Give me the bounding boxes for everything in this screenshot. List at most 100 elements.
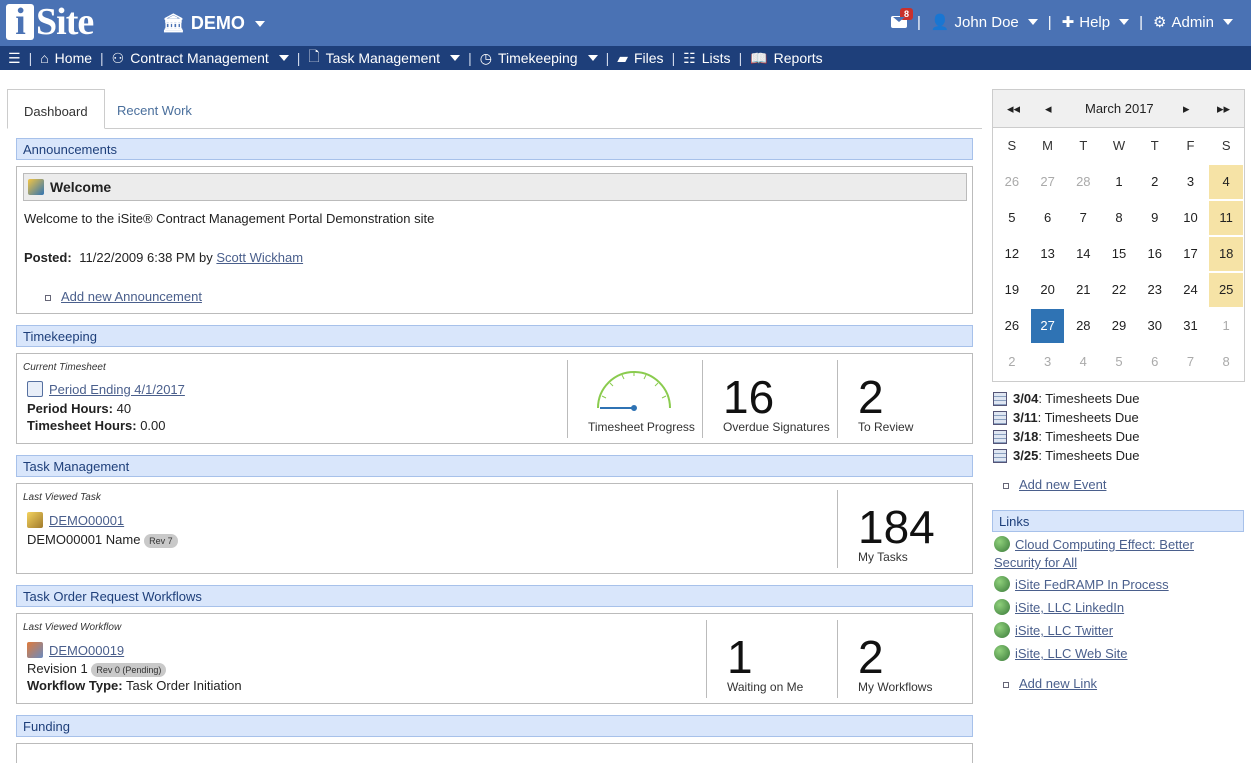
calendar-day-outside[interactable]: 7 [1174,345,1208,379]
nav-files[interactable]: ▰ Files [609,50,671,67]
menu-toggle-button[interactable]: ☰ [0,50,29,67]
calendar-day[interactable]: 17 [1174,237,1208,271]
isite-logo[interactable]: i Site [6,3,126,41]
list-icon: ☷ [683,49,696,66]
calendar-day[interactable]: 9 [1138,201,1172,235]
prev-month-icon[interactable]: ◂ [1045,101,1052,117]
to-review-stat[interactable]: 2 To Review [837,360,947,438]
task-rev-badge: Rev 7 [144,533,178,548]
calendar-day[interactable]: 10 [1174,201,1208,235]
tab-dashboard[interactable]: Dashboard [7,89,105,129]
calendar-day[interactable]: 19 [995,273,1029,307]
event-item[interactable]: 3/25: Timesheets Due [993,448,1139,463]
add-event-link[interactable]: Add new Event [1019,477,1106,492]
next-month-icon[interactable]: ▸ [1183,101,1190,117]
author-link[interactable]: Scott Wickham [216,250,303,265]
my-workflows-stat[interactable]: 2 My Workflows [837,620,947,698]
calendar-day[interactable]: 16 [1138,237,1172,271]
link-anchor[interactable]: iSite, LLC Twitter [1015,623,1113,638]
calendar-day[interactable]: 21 [1066,273,1100,307]
calendar-day[interactable]: 24 [1174,273,1208,307]
calendar-day[interactable]: 8 [1102,201,1136,235]
calendar-day[interactable]: 2 [1138,165,1172,199]
calendar-day-today[interactable]: 27 [1030,309,1065,343]
calendar-day[interactable]: 12 [995,237,1029,271]
calendar-day[interactable]: 14 [1066,237,1100,271]
calendar-day[interactable]: 29 [1102,309,1136,343]
calendar-day[interactable]: 7 [1066,201,1100,235]
period-link[interactable]: Period Ending 4/1/2017 [49,382,185,397]
calendar-day-outside[interactable]: 27 [1031,165,1065,199]
workflow-header: Task Order Request Workflows [16,585,973,607]
calendar-day-outside[interactable]: 1 [1209,309,1243,343]
event-text: : Timesheets Due [1038,391,1140,406]
calendar-day[interactable]: 11 [1209,201,1244,235]
add-link-link[interactable]: Add new Link [1019,676,1097,691]
nav-contract-management[interactable]: ⚇ Contract Management [104,50,297,67]
tab-recent-work[interactable]: Recent Work [101,89,208,129]
calendar-day[interactable]: 4 [1209,165,1244,199]
calendar-day-outside[interactable]: 28 [1066,165,1100,199]
calendar-day[interactable]: 20 [1031,273,1065,307]
admin-label: Admin [1171,13,1214,31]
site-selector[interactable]: 🏛 DEMO [162,13,265,34]
calendar-day[interactable]: 1 [1102,165,1136,199]
event-item[interactable]: 3/04: Timesheets Due [993,391,1139,406]
calendar-day-outside[interactable]: 5 [1102,345,1136,379]
my-tasks-stat[interactable]: 184 My Tasks [837,490,947,568]
calendar-day-outside[interactable]: 8 [1209,345,1243,379]
mail-button[interactable]: 8 [883,8,915,28]
admin-menu[interactable]: ⚙ Admin [1145,13,1241,31]
calendar-day[interactable]: 6 [1031,201,1065,235]
calendar-day-outside[interactable]: 2 [995,345,1029,379]
waiting-on-me-stat[interactable]: 1 Waiting on Me [706,620,837,698]
nav-reports-label: Reports [773,50,823,66]
clock-icon: ◷ [479,49,492,66]
nav-task-management[interactable]: 🗋 Task Management [300,46,468,70]
calendar-icon [993,391,1007,406]
calendar-day[interactable]: 18 [1209,237,1244,271]
calendar-day-outside[interactable]: 26 [995,165,1029,199]
prev-year-icon[interactable]: ◂◂ [1007,101,1020,117]
weekday-label: T [1079,138,1088,153]
funding-panel: Funding [16,715,973,763]
calendar-day[interactable]: 15 [1102,237,1136,271]
link-anchor[interactable]: Cloud Computing Effect: Better Security … [994,537,1194,570]
next-year-icon[interactable]: ▸▸ [1217,101,1230,117]
task-link[interactable]: DEMO00001 [49,513,124,528]
nav-reports[interactable]: 📖 Reports [742,50,830,67]
event-item[interactable]: 3/18: Timesheets Due [993,429,1139,444]
help-menu[interactable]: ✚ Help [1054,13,1137,31]
calendar-day[interactable]: 5 [995,201,1029,235]
calendar-day[interactable]: 22 [1102,273,1136,307]
hamburger-icon: ☰ [8,49,21,66]
event-text: : Timesheets Due [1038,448,1140,463]
event-item[interactable]: 3/11: Timesheets Due [993,410,1139,425]
link-anchor[interactable]: iSite, LLC Web Site [1015,646,1127,661]
link-anchor[interactable]: iSite FedRAMP In Process [1015,577,1169,592]
link-anchor[interactable]: iSite, LLC LinkedIn [1015,600,1124,615]
calendar-day[interactable]: 28 [1066,309,1100,343]
sitemap-icon: ⚇ [111,49,125,66]
workflow-link[interactable]: DEMO00019 [49,643,124,658]
chevron-down-icon [450,55,461,61]
nav-home[interactable]: ⌂ Home [32,50,100,66]
calendar-day-outside[interactable]: 3 [1031,345,1065,379]
calendar-day[interactable]: 25 [1209,273,1244,307]
calendar-day-outside[interactable]: 4 [1066,345,1100,379]
calendar-day[interactable]: 26 [995,309,1029,343]
weekday-row: SMTWTFS [994,128,1244,164]
add-announcement-link[interactable]: Add new Announcement [61,289,202,304]
calendar-day[interactable]: 31 [1174,309,1208,343]
calendar-day[interactable]: 3 [1174,165,1208,199]
user-menu[interactable]: 👤 John Doe [923,13,1046,31]
calendar-day[interactable]: 30 [1138,309,1172,343]
nav-timekeeping[interactable]: ◷ Timekeeping [472,50,606,67]
calendar-day-outside[interactable]: 6 [1138,345,1172,379]
calendar-day[interactable]: 23 [1138,273,1172,307]
calendar-week: 19 20 21 22 23 24 25 [994,272,1244,308]
overdue-signatures-stat[interactable]: 16 Overdue Signatures [702,360,837,438]
nav-lists[interactable]: ☷ Lists [675,50,738,67]
month-title[interactable]: March 2017 [1085,101,1154,116]
calendar-day[interactable]: 13 [1031,237,1065,271]
